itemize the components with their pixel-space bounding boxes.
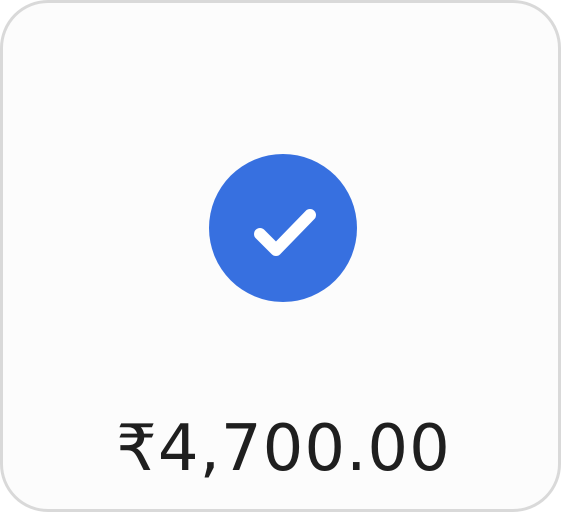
payment-success-card: ₹4,700.00 xyxy=(0,0,561,512)
success-badge xyxy=(209,154,357,302)
check-icon xyxy=(254,209,316,256)
payment-amount: ₹4,700.00 xyxy=(116,412,451,486)
